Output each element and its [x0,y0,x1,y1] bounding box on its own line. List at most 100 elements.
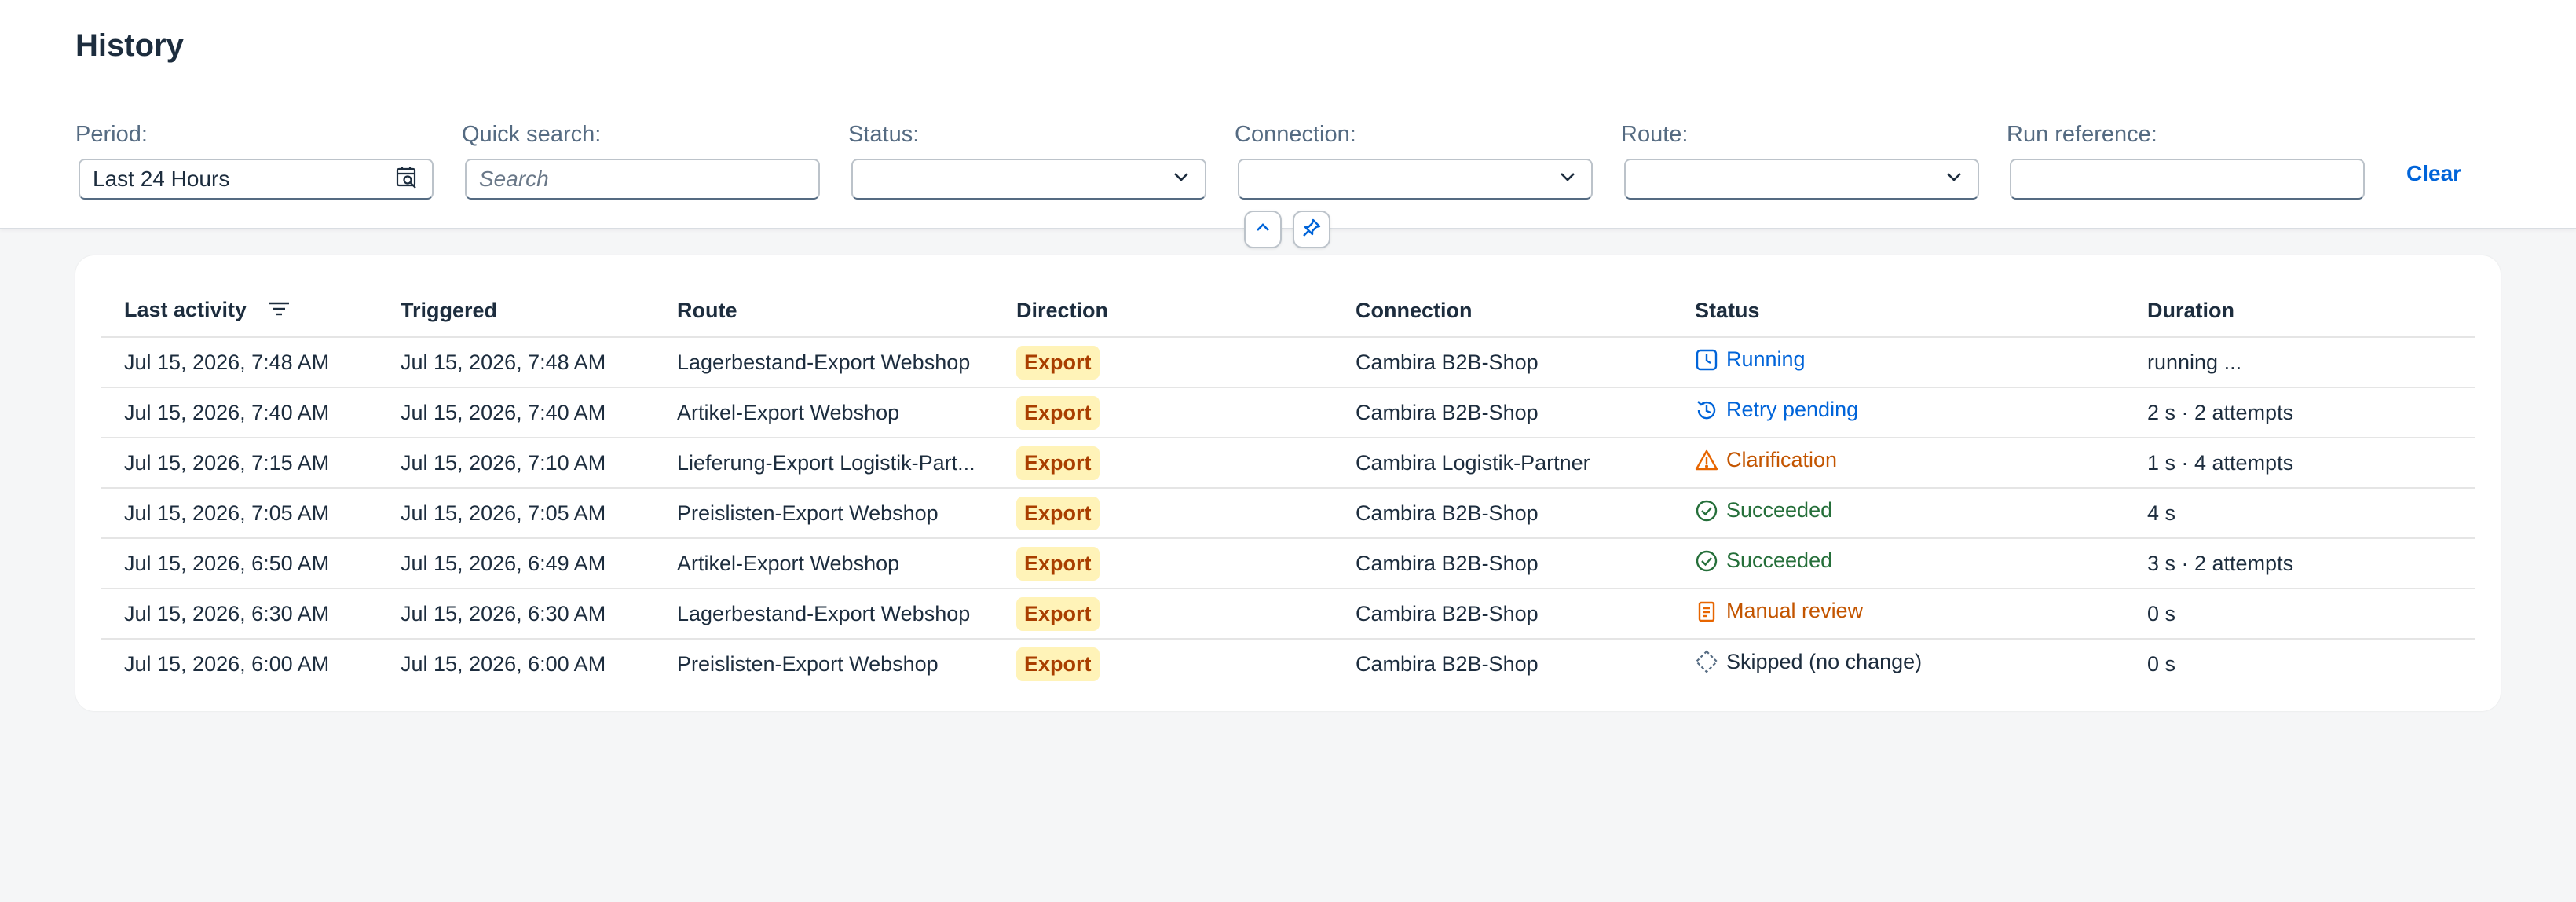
cell-route: Preislisten-Export Webshop [653,488,993,539]
cell-last-activity: Jul 15, 2026, 6:00 AM [124,652,330,676]
cell-direction: Export [993,588,1332,640]
status-text: Succeeded [1726,548,1833,573]
column-header-connection[interactable]: Connection [1332,285,1671,338]
cell-last-activity: Jul 15, 2026, 6:50 AM [101,538,377,589]
status-label: Status: [848,122,920,147]
pin-header-button[interactable] [1293,211,1330,248]
cell-triggered: Jul 15, 2026, 7:05 AM [377,488,653,539]
status-link[interactable]: Clarification [1695,448,1837,472]
status-filter: Status: [848,118,1206,200]
cell-connection: Cambira Logistik-Partner [1332,438,1671,489]
status-link[interactable]: Running [1695,347,1806,372]
cell-triggered: Jul 15, 2026, 7:40 AM [377,387,653,438]
cell-status: Retry pending [1671,387,2124,438]
status-text: Clarification [1726,448,1838,472]
route-select[interactable] [1624,159,1979,200]
period-label: Period: [75,122,148,147]
column-header-route[interactable]: Route [653,285,993,338]
cell-route: Artikel-Export Webshop [653,387,993,438]
quick-search-label: Quick search: [462,122,602,147]
column-header-duration[interactable]: Duration [2124,285,2475,338]
table-row[interactable]: Jul 15, 2026, 7:05 AM Jul 15, 2026, 7:05… [101,488,2475,539]
chevron-down-icon[interactable] [1170,166,1192,193]
table-row[interactable]: Jul 15, 2026, 7:40 AM Jul 15, 2026, 7:40… [101,387,2475,438]
cell-connection: Cambira B2B-Shop [1332,588,1671,640]
cell-triggered: Jul 15, 2026, 7:48 AM [377,337,653,388]
cell-connection: Cambira B2B-Shop [1356,652,1539,676]
dashed-diamond-icon [1695,650,1718,673]
table-row[interactable]: Jul 15, 2026, 6:00 AM Jul 15, 2026, 6:00… [101,639,2475,689]
table-row[interactable]: Jul 15, 2026, 7:48 AM Jul 15, 2026, 7:48… [101,337,2475,388]
calendar-search-icon[interactable] [394,164,419,195]
history-icon [1697,400,1716,420]
direction-badge: Export [1016,345,1100,380]
cell-route: Lagerbestand-Export Webshop [653,588,993,640]
quick-search-filter: Quick search: Search [462,118,820,200]
status-text: Retry pending [1726,398,1859,422]
status-text-group: Succeeded [1695,548,1832,573]
status-text: Running [1726,347,1806,372]
status-text: Succeeded [1726,498,1833,522]
sort-icon[interactable] [267,299,291,324]
status-link[interactable]: Manual review [1695,599,1863,623]
connection-select[interactable] [1238,159,1593,200]
status-text: Manual review [1726,599,1864,623]
cell-direction: Export [993,337,1332,388]
direction-badge: Export [1016,395,1100,430]
collapse-header-button[interactable] [1244,211,1282,248]
column-header-direction[interactable]: Direction [993,285,1332,338]
cell-connection: Cambira B2B-Shop [1332,387,1671,438]
check-circle-icon [1696,500,1718,521]
history-table-card: Last activity Triggered Route Direction … [75,255,2501,711]
status-text-group: Succeeded [1695,498,1832,522]
cell-triggered: Jul 15, 2026, 6:30 AM [377,588,653,640]
cell-duration: running ... [2124,337,2475,388]
run-reference-input[interactable] [2010,159,2365,200]
cell-duration: 0 s [2124,588,2475,640]
cell-last-activity: Jul 15, 2026, 7:48 AM [101,337,377,388]
status-select[interactable] [851,159,1206,200]
direction-badge: Export [1016,446,1100,480]
route-label: Route: [1621,122,1689,147]
status-link[interactable]: Retry pending [1695,398,1858,422]
table-header-row: Last activity Triggered Route Direction … [101,285,2475,338]
column-header-last-activity[interactable]: Last activity [101,285,377,338]
cell-duration: 3 s · 2 attempts [2124,538,2475,589]
cell-duration: 2 s · 2 attempts [2124,387,2475,438]
status-text-group: Skipped (no change) [1695,650,1922,674]
clipboard-icon [1698,601,1715,622]
cell-connection: Cambira B2B-Shop [1332,337,1671,388]
column-header-triggered[interactable]: Triggered [377,285,653,338]
period-date-range-input[interactable]: Last 24 Hours [79,159,434,200]
chevron-up-icon [1253,218,1272,241]
chevron-down-icon[interactable] [1943,166,1965,193]
direction-badge: Export [1016,546,1100,581]
cell-connection: Cambira B2B-Shop [1332,538,1671,589]
cell-triggered: Jul 15, 2026, 6:00 AM [401,652,606,676]
column-header-status[interactable]: Status [1671,285,2124,338]
cell-connection: Cambira B2B-Shop [1332,488,1671,539]
direction-badge: Export [1016,496,1100,530]
status-text: Skipped (no change) [1726,649,1923,673]
cell-route: Preislisten-Export Webshop [677,652,939,676]
table-row[interactable]: Jul 15, 2026, 6:30 AM Jul 15, 2026, 6:30… [101,588,2475,640]
cell-duration: 1 s · 4 attempts [2124,438,2475,489]
cell-last-activity: Jul 15, 2026, 7:05 AM [101,488,377,539]
table-row[interactable]: Jul 15, 2026, 7:15 AM Jul 15, 2026, 7:10… [101,438,2475,489]
cell-route: Lieferung-Export Logistik-Part... [653,438,993,489]
cell-last-activity: Jul 15, 2026, 7:40 AM [101,387,377,438]
chevron-down-icon[interactable] [1557,166,1579,193]
cell-direction: Export [993,538,1332,589]
connection-filter: Connection: [1235,118,1593,200]
cell-duration: 0 s [2147,652,2176,676]
warning-icon [1695,449,1718,470]
table-row[interactable]: Jul 15, 2026, 6:50 AM Jul 15, 2026, 6:49… [101,538,2475,589]
cell-direction: Export [993,488,1332,539]
run-reference-label: Run reference: [2007,122,2157,147]
cell-status: Skipped (no change) [1671,639,2124,689]
cell-last-activity: Jul 15, 2026, 6:30 AM [101,588,377,640]
quick-search-input[interactable]: Search [465,159,820,200]
run-reference-filter: Run reference: [2007,118,2365,200]
page-title: History [75,28,184,63]
clear-button[interactable]: Clear [2406,161,2461,186]
